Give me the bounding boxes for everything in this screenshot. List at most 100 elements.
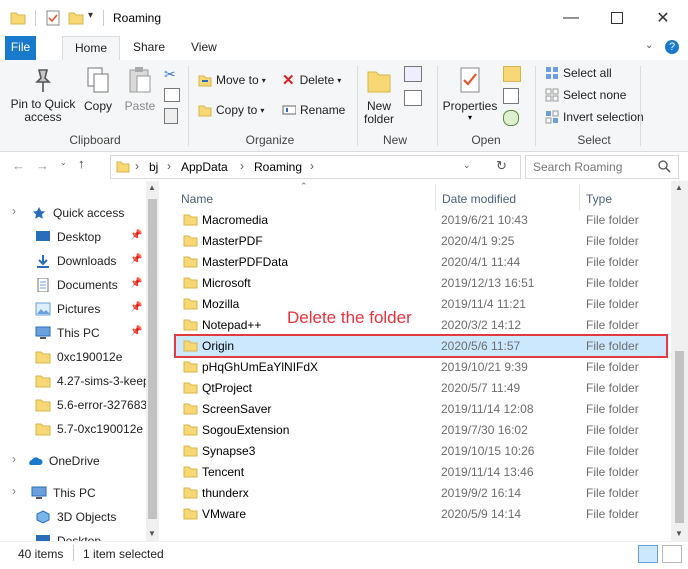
new-folder-button[interactable]: New folder [362, 66, 396, 126]
file-name: pHqGhUmEaYlNIFdX [202, 360, 319, 374]
nav-item[interactable]: This PC [35, 321, 100, 345]
nav-scroll-thumb[interactable] [148, 199, 157, 519]
breadcrumb-bj[interactable]: bj [149, 160, 158, 174]
nav-item[interactable]: Pictures [35, 297, 100, 321]
tab-file[interactable]: File [5, 36, 36, 60]
pin-to-quick-access-button[interactable]: Pin to Quick access [8, 66, 78, 124]
copy-button[interactable]: Copy [82, 66, 114, 113]
sort-ascending-icon: ⌃ [300, 181, 308, 191]
file-list-scrollbar[interactable]: ▲ ▼ [671, 181, 688, 541]
nav-item[interactable]: 4.27-sims-3-keep [35, 369, 150, 393]
nav-item[interactable]: 5.6-error-327683 [35, 393, 147, 417]
properties-icon [460, 67, 480, 93]
file-row[interactable]: QtProject 2020/5/7 11:49 File folder [175, 378, 667, 399]
expand-chevron-icon[interactable]: › [12, 452, 16, 466]
details-view-icon[interactable] [638, 545, 658, 563]
new-folder-icon[interactable] [68, 11, 84, 25]
nav-item[interactable]: Documents [35, 273, 118, 297]
scroll-down-icon[interactable]: ▼ [675, 529, 683, 538]
copy-icon [87, 67, 109, 93]
edit-icon[interactable] [503, 88, 519, 104]
nav-item[interactable]: Desktop [35, 225, 101, 249]
close-button[interactable]: ✕ [640, 0, 686, 36]
new-item-icon[interactable] [404, 66, 422, 82]
file-date: 2020/5/9 14:14 [441, 507, 522, 521]
large-icons-view-icon[interactable] [662, 545, 682, 563]
nav-item[interactable]: Quick access [31, 201, 124, 225]
file-row[interactable]: Macromedia 2019/6/21 10:43 File folder [175, 210, 667, 231]
search-input[interactable]: Search Roaming [525, 155, 679, 179]
rename-button[interactable]: Rename [282, 100, 345, 120]
paste-shortcut-icon[interactable] [164, 108, 178, 124]
expand-chevron-icon[interactable]: › [12, 484, 16, 498]
delete-button[interactable]: ✕ Delete ▾ [282, 70, 341, 90]
file-row[interactable]: ScreenSaver 2019/11/14 12:08 File folder [175, 399, 667, 420]
scroll-down-icon[interactable]: ▼ [148, 529, 156, 538]
expand-ribbon-icon[interactable]: ⌄ [645, 40, 653, 51]
nav-item[interactable]: 5.7-0xc190012e [35, 417, 143, 441]
up-arrow-icon[interactable]: ↑ [78, 156, 85, 171]
select-all-button[interactable]: Select all [545, 63, 612, 83]
list-scroll-thumb[interactable] [675, 351, 684, 523]
open-icon[interactable] [503, 66, 521, 82]
file-row[interactable]: SogouExtension 2019/7/30 16:02 File folder [175, 420, 667, 441]
tab-home[interactable]: Home [62, 36, 121, 61]
copy-to-button[interactable]: Copy to ▾ [198, 100, 264, 120]
window-title: Roaming [113, 11, 162, 25]
address-bar[interactable]: › bj › AppData › Roaming › ⌄ ↻ [110, 155, 521, 179]
customize-quick-access-icon[interactable]: ▾ [88, 10, 93, 21]
minimize-button[interactable]: — [548, 0, 594, 36]
copy-path-icon[interactable] [164, 88, 180, 102]
nav-item[interactable]: 0xc190012e [35, 345, 122, 369]
file-row[interactable]: pHqGhUmEaYlNIFdX 2019/10/21 9:39 File fold… [175, 357, 667, 378]
chevron-right-icon: › [135, 159, 139, 173]
copy-label: Copy [83, 99, 112, 113]
file-type: File folder [586, 276, 639, 290]
maximize-button[interactable] [594, 0, 640, 36]
chevron-right-icon: › [167, 159, 171, 173]
nav-item[interactable]: OneDrive [27, 449, 100, 473]
nav-item-label: 3D Objects [57, 510, 117, 524]
file-row[interactable]: Microsoft 2019/12/13 16:51 File folder [175, 273, 667, 294]
file-row[interactable]: MasterPDF 2020/4/1 9:25 File folder [175, 231, 667, 252]
invert-selection-button[interactable]: Invert selection [545, 107, 644, 127]
properties-button[interactable]: Properties ▾ [441, 66, 499, 122]
address-dropdown-icon[interactable]: ⌄ [463, 160, 471, 171]
move-to-button[interactable]: Move to ▾ [198, 70, 266, 90]
easy-access-icon[interactable] [404, 90, 422, 106]
history-icon[interactable] [503, 110, 519, 126]
help-icon[interactable]: ? [665, 40, 679, 54]
forward-arrow-icon[interactable]: → [36, 158, 49, 173]
recent-locations-icon[interactable]: ⌄ [60, 158, 67, 167]
select-none-button[interactable]: Select none [545, 85, 626, 105]
column-header-date[interactable]: Date modified [442, 192, 516, 206]
file-row[interactable]: MasterPDFData 2020/4/1 11:44 File folder [175, 252, 667, 273]
tab-view[interactable]: View [179, 36, 229, 60]
nav-item[interactable]: This PC [31, 481, 96, 505]
breadcrumb-appdata[interactable]: AppData [181, 160, 228, 174]
file-row[interactable]: VMware 2020/5/9 14:14 File folder [175, 504, 667, 525]
cut-icon[interactable]: ✂ [164, 66, 176, 83]
nav-item[interactable]: 3D Objects [35, 505, 116, 529]
scroll-up-icon[interactable]: ▲ [148, 183, 156, 192]
chevron-right-icon: › [240, 159, 244, 173]
file-row[interactable]: Notepad++ 2020/3/2 14:12 File folder [175, 315, 667, 336]
column-header-name[interactable]: Name [181, 192, 213, 206]
refresh-icon[interactable]: ↻ [496, 158, 507, 174]
breadcrumb-roaming[interactable]: Roaming [254, 160, 302, 174]
nav-item[interactable]: Desktop [35, 529, 101, 541]
back-arrow-icon[interactable]: ← [12, 158, 25, 173]
file-row[interactable]: Mozilla 2019/11/4 11:21 File folder [175, 294, 667, 315]
properties-check-icon[interactable] [45, 10, 61, 26]
file-row[interactable]: thunderx 2019/9/2 16:14 File folder [175, 483, 667, 504]
file-row[interactable]: Synapse3 2019/10/15 10:26 File folder [175, 441, 667, 462]
scroll-up-icon[interactable]: ▲ [675, 183, 683, 192]
paste-button[interactable]: Paste [122, 66, 158, 113]
column-header-type[interactable]: Type [586, 192, 612, 206]
tab-share[interactable]: Share [121, 36, 177, 60]
folder-icon [35, 350, 51, 364]
nav-scrollbar[interactable]: ▲ ▼ [146, 181, 159, 541]
file-row[interactable]: Tencent 2019/11/14 13:46 File folder [175, 462, 667, 483]
nav-item[interactable]: Downloads [35, 249, 116, 273]
expand-chevron-icon[interactable]: › [12, 204, 16, 218]
